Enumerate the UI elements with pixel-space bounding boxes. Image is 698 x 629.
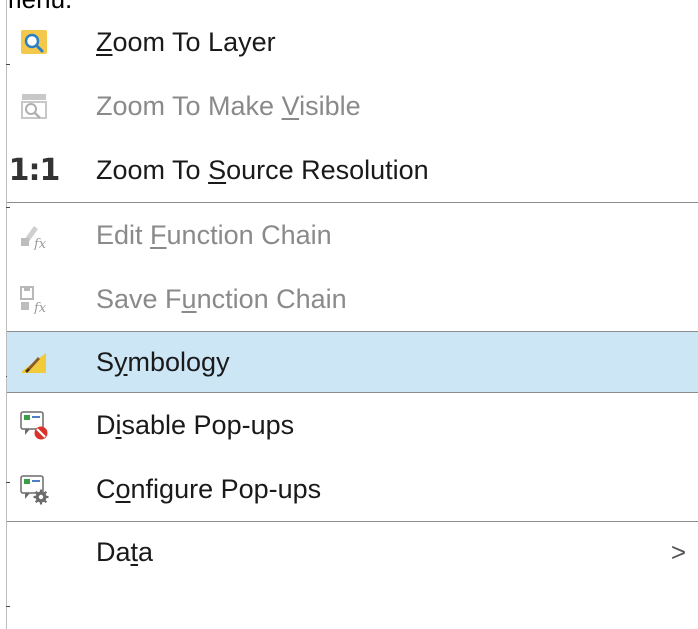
zoom-to-visible-icon <box>18 90 50 122</box>
menu-item-label: Zoom To Make Visible <box>96 90 361 121</box>
menu-item-zoom-to-layer[interactable]: Zoom To Layer <box>7 10 698 74</box>
menu-item-disable-popups[interactable]: Disable Pop-ups <box>7 393 698 457</box>
one-to-one-icon: 1:1 <box>8 152 61 188</box>
chevron-right-icon: > <box>670 536 686 567</box>
menu-item-label: Symbology <box>96 346 230 377</box>
edit-function-chain-icon: fx <box>18 219 50 251</box>
menu-item-label: Zoom To Source Resolution <box>96 154 429 185</box>
menu-item-label: Save Function Chain <box>96 283 347 314</box>
menu-item-label: Disable Pop-ups <box>96 409 295 440</box>
save-function-chain-icon: fx <box>18 283 50 315</box>
context-menu: Zoom To Layer Zoom To Make Visible 1:1 Z… <box>7 10 698 582</box>
edge-tick <box>6 606 10 607</box>
menu-item-zoom-to-source-resolution[interactable]: 1:1 Zoom To Source Resolution <box>7 138 698 202</box>
menu-item-zoom-to-make-visible[interactable]: Zoom To Make Visible <box>7 74 698 138</box>
menu-item-configure-popups[interactable]: Configure Pop-ups <box>7 457 698 521</box>
menu-item-edit-function-chain[interactable]: fx Edit Function Chain <box>7 203 698 267</box>
disable-popups-icon <box>18 409 50 441</box>
svg-text:fx: fx <box>33 237 47 250</box>
menu-item-label: Data <box>96 536 154 567</box>
left-panel-edge <box>0 0 7 629</box>
symbology-brush-icon <box>18 346 50 378</box>
menu-item-data[interactable]: Data > <box>7 522 698 582</box>
zoom-to-layer-icon <box>18 26 50 58</box>
configure-popups-icon <box>18 473 50 505</box>
menu-item-symbology[interactable]: Symbology <box>7 332 698 392</box>
menu-item-save-function-chain[interactable]: fx Save Function Chain <box>7 267 698 331</box>
menu-item-label: Zoom To Layer <box>96 26 276 57</box>
menu-item-label: Edit Function Chain <box>96 219 332 250</box>
menu-item-label: Configure Pop-ups <box>96 473 322 504</box>
svg-text:fx: fx <box>33 301 47 314</box>
